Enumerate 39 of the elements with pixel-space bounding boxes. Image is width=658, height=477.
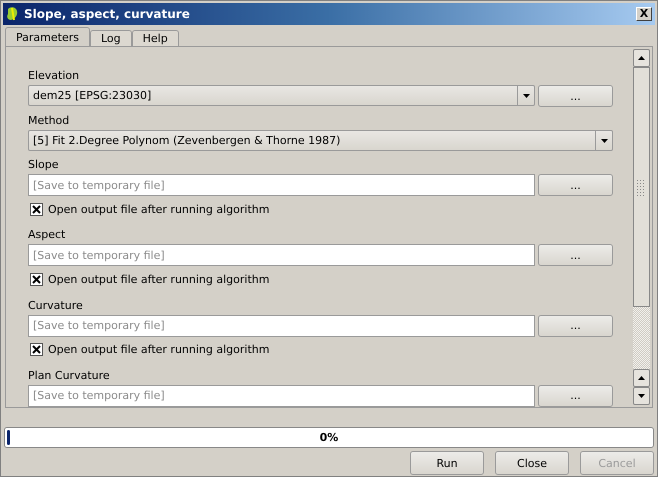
field-label: Slope — [28, 157, 60, 172]
checkbox[interactable] — [30, 272, 43, 286]
app-logo-icon — [6, 6, 20, 22]
checkbox[interactable] — [30, 202, 43, 216]
browse-button[interactable]: ... — [538, 174, 613, 196]
dialog-button[interactable]: Run — [410, 451, 484, 475]
dropdown-arrow-icon — [600, 138, 608, 143]
dropdown-arrow-icon — [522, 94, 530, 98]
window-close-x-button[interactable]: X — [636, 7, 652, 21]
dropdown[interactable]: dem25 [EPSG:23030] — [28, 85, 535, 106]
checkbox[interactable] — [30, 343, 43, 356]
window-title: Slope, aspect, curvature — [24, 7, 191, 21]
browse-button[interactable]: ... — [538, 85, 613, 107]
output-path-field[interactable]: [Save to temporary file] — [28, 384, 535, 407]
browse-button[interactable]: ... — [538, 384, 613, 407]
output-path-field[interactable]: [Save to temporary file] — [28, 244, 535, 266]
tab[interactable]: Parameters — [5, 27, 90, 46]
tab[interactable]: Log — [90, 30, 132, 46]
field-label: Method — [28, 113, 70, 128]
checkbox-label: Open output file after running algorithm — [48, 272, 270, 286]
scrollbar[interactable] — [633, 49, 650, 405]
browse-button[interactable]: ... — [538, 244, 613, 266]
scrollbar-thumb[interactable] — [633, 67, 650, 307]
checkbox-label: Open output file after running algorithm — [48, 202, 270, 216]
field-label: Plan Curvature — [28, 368, 111, 383]
progress-text: 0% — [320, 431, 338, 444]
output-path-field[interactable]: [Save to temporary file] — [28, 314, 535, 337]
scroll-up-icon — [638, 56, 645, 60]
tab[interactable]: Help — [132, 30, 179, 46]
output-path-field[interactable]: [Save to temporary file] — [28, 174, 535, 196]
browse-button[interactable]: ... — [538, 314, 613, 337]
field-label: Curvature — [28, 298, 84, 313]
field-label: Elevation — [28, 68, 80, 83]
scroll-up-icon — [638, 376, 645, 380]
scroll-down-icon — [638, 394, 645, 398]
dialog-button[interactable]: Close — [495, 451, 569, 475]
field-label: Aspect — [28, 227, 66, 242]
dropdown[interactable]: [5] Fit 2.Degree Polynom (Zevenbergen & Thorne 1987) — [28, 130, 613, 152]
checkbox-label: Open output file after running algorithm — [48, 343, 270, 356]
